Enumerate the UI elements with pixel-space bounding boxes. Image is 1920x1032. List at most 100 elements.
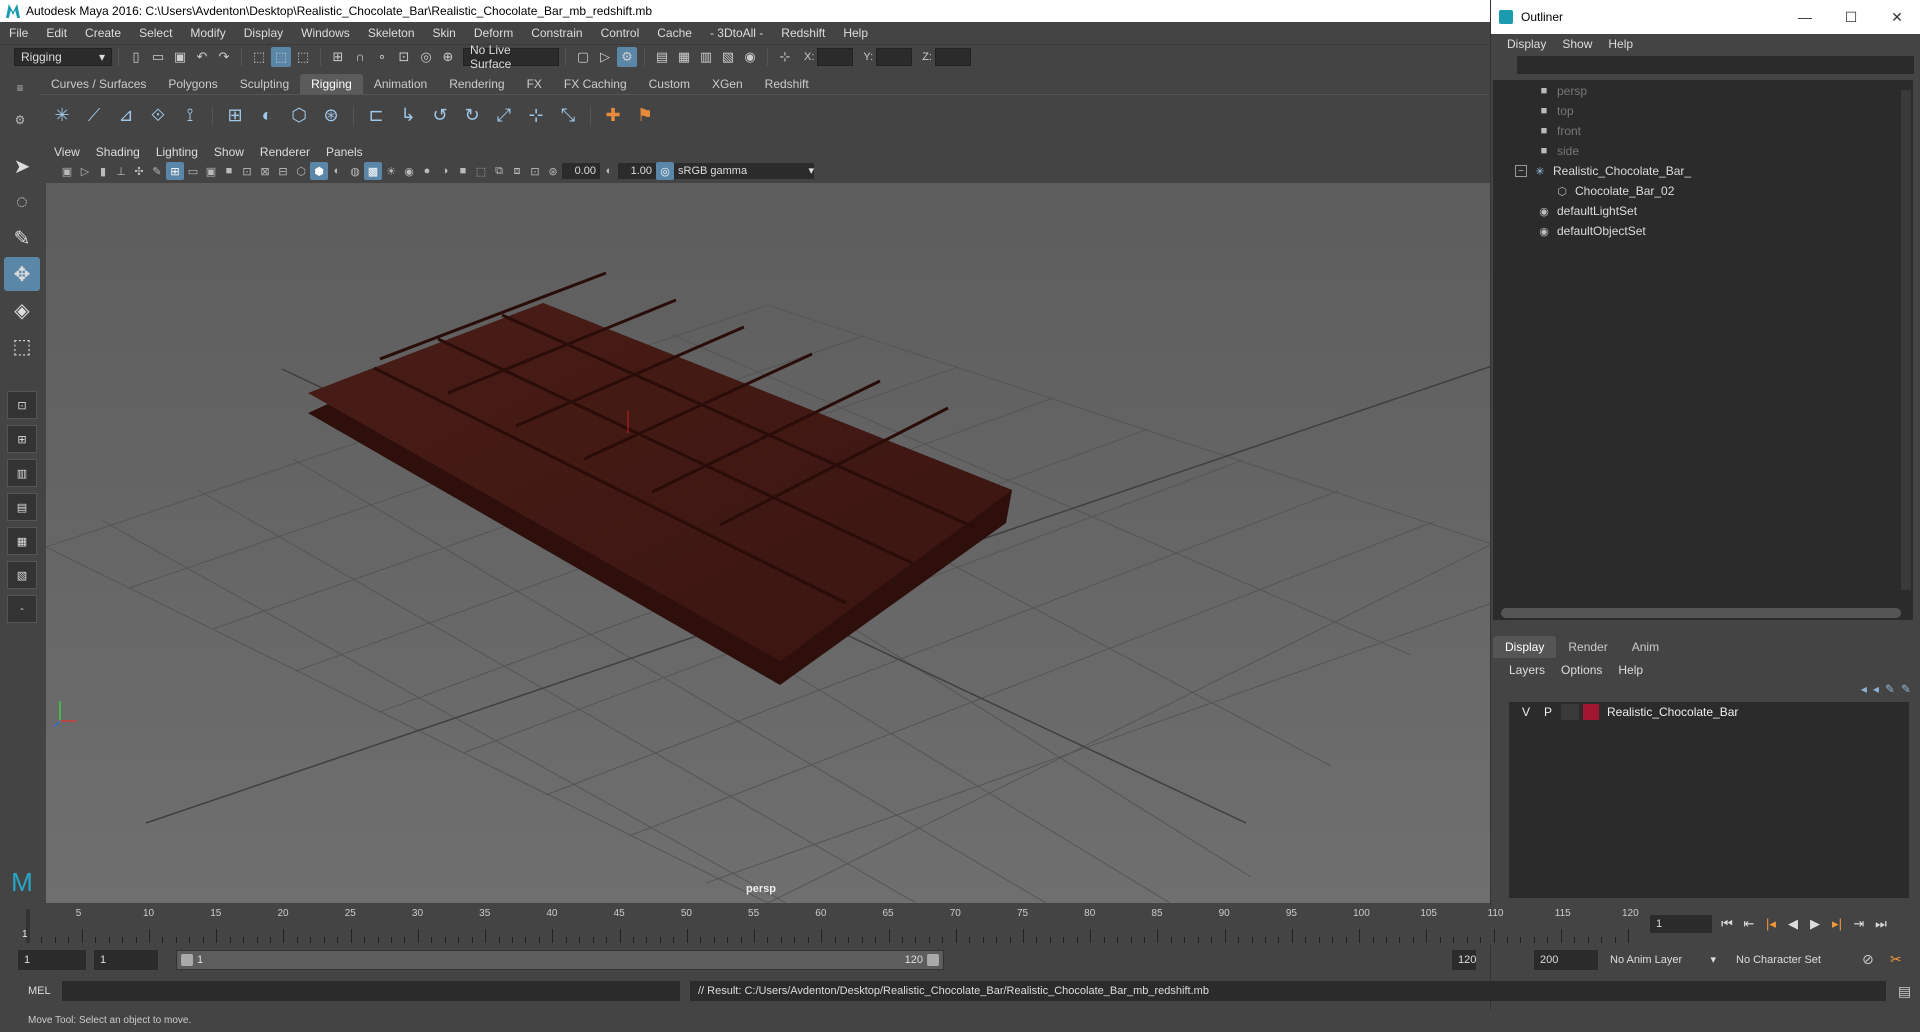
xray-icon[interactable]: ◍ <box>346 162 364 180</box>
panel-menu-panels[interactable]: Panels <box>318 145 371 159</box>
isolate-select-icon[interactable]: ⬚ <box>472 162 490 180</box>
outliner-item-mesh[interactable]: ⬡ Chocolate_Bar_02 <box>1555 182 1674 200</box>
exposure-icon[interactable]: ⊛ <box>544 162 562 180</box>
new-layer-selected-icon[interactable]: ✎ <box>1901 682 1911 700</box>
snap-surface-icon[interactable]: ◎ <box>416 47 436 67</box>
go-to-end-icon[interactable]: ⏭ <box>1874 916 1888 932</box>
gate-mask-icon[interactable]: ■ <box>220 162 238 180</box>
script-language-toggle[interactable]: MEL <box>0 985 62 997</box>
panel-menu-show[interactable]: Show <box>206 145 252 159</box>
snap-magnet-icon[interactable]: ⊕ <box>438 47 458 67</box>
render-view-icon[interactable]: ▤ <box>652 47 672 67</box>
wireframe-on-shaded-icon[interactable]: ◐ <box>328 162 346 180</box>
scale-tool-icon[interactable]: ⬚ <box>4 329 40 363</box>
single-pane-layout-icon[interactable]: ⊡ <box>7 391 37 419</box>
range-start-handle[interactable] <box>181 954 193 966</box>
collapse-icon[interactable]: - <box>7 595 37 623</box>
bookmark-icon[interactable]: ▮ <box>94 162 112 180</box>
point-constraint-icon[interactable]: ↳ <box>393 101 423 131</box>
maximize-icon[interactable]: ☐ <box>1828 0 1874 34</box>
maya-home-icon[interactable]: M <box>4 865 40 899</box>
gamma-field[interactable]: 1.00 <box>618 163 656 179</box>
frame-all-icon[interactable]: ⊡ <box>526 162 544 180</box>
film-gate-icon[interactable]: ▭ <box>184 162 202 180</box>
menu-control[interactable]: Control <box>592 26 649 40</box>
scale-constraint-icon[interactable]: ⤢ <box>489 101 519 131</box>
script-editor-icon[interactable]: ▤ <box>1898 983 1911 1000</box>
safe-title-icon[interactable]: ⊟ <box>274 162 292 180</box>
redo-icon[interactable]: ↷ <box>214 47 234 67</box>
globe-icon[interactable]: ◉ <box>740 47 760 67</box>
move-tool-icon[interactable]: ✥ <box>4 257 40 291</box>
y-field[interactable] <box>876 47 913 66</box>
color-management-icon[interactable]: ◎ <box>656 162 674 180</box>
play-backward-icon[interactable]: ◀ <box>1786 916 1800 932</box>
two-pane-layout-icon[interactable]: ▥ <box>7 459 37 487</box>
motion-blur-icon[interactable]: ◑ <box>436 162 454 180</box>
orient-constraint-icon[interactable]: ↻ <box>457 101 487 131</box>
menu-file[interactable]: File <box>0 26 37 40</box>
render-settings-icon[interactable]: ⚙ <box>617 46 637 67</box>
menu-display[interactable]: Display <box>235 26 292 40</box>
outliner-item-front[interactable]: ■ front <box>1537 122 1581 140</box>
gamma-icon[interactable]: ◐ <box>600 162 618 180</box>
new-layer-icon[interactable]: ✎ <box>1885 682 1895 700</box>
layer-type-toggle[interactable] <box>1561 704 1579 720</box>
range-end-handle[interactable] <box>927 954 939 966</box>
select-tool-icon[interactable]: ➤ <box>4 149 40 183</box>
layer-menu-layers[interactable]: Layers <box>1501 663 1553 677</box>
cluster-icon[interactable]: ◐ <box>252 101 282 131</box>
camera-attributes-icon[interactable]: ▷ <box>76 162 94 180</box>
perspective-viewport[interactable]: persp <box>46 183 1492 903</box>
close-icon[interactable]: ✕ <box>1874 0 1920 34</box>
menu-select[interactable]: Select <box>130 26 181 40</box>
anim-layer-dropdown[interactable]: No Anim Layer ▾ <box>1604 950 1722 970</box>
tab-custom[interactable]: Custom <box>638 74 701 94</box>
step-forward-key-icon[interactable]: ⇥ <box>1852 916 1866 932</box>
pole-vector-icon[interactable]: ⤡ <box>553 101 583 131</box>
render-frame-icon[interactable]: ▢ <box>573 47 593 67</box>
snapshot-icon[interactable]: ▧ <box>718 47 738 67</box>
anim-end-field[interactable]: 120 <box>1452 950 1477 970</box>
lasso-tool-icon[interactable]: ◌ <box>4 185 40 219</box>
outliner-item-lightset[interactable]: ◉ defaultLightSet <box>1537 202 1637 220</box>
tab-animation[interactable]: Animation <box>363 74 438 94</box>
go-to-start-icon[interactable]: ⏮ <box>1720 916 1734 932</box>
menu-deform[interactable]: Deform <box>465 26 522 40</box>
snap-curve-icon[interactable]: ∩ <box>350 47 370 67</box>
render-region-icon[interactable]: ▥ <box>696 47 716 67</box>
field-chart-icon[interactable]: ⊡ <box>238 162 256 180</box>
open-scene-icon[interactable]: ▭ <box>148 47 168 67</box>
two-d-pan-icon[interactable]: ✣ <box>130 162 148 180</box>
resolution-gate-icon[interactable]: ▣ <box>202 162 220 180</box>
ik-handle-icon[interactable]: ⟋ <box>79 101 109 131</box>
live-surface-field[interactable]: No Live Surface <box>463 43 559 71</box>
ambient-occlusion-icon[interactable]: ● <box>418 162 436 180</box>
command-input[interactable] <box>62 981 680 1001</box>
auto-key-icon[interactable]: ⊘ <box>1862 951 1874 968</box>
tab-anim[interactable]: Anim <box>1620 636 1671 658</box>
tab-rendering[interactable]: Rendering <box>438 74 515 94</box>
exposure-field[interactable]: 0.00 <box>562 163 600 179</box>
ik-spline-icon[interactable]: ⊿ <box>111 101 141 131</box>
layer-row[interactable]: V P Realistic_Chocolate_Bar <box>1509 702 1909 722</box>
current-frame-field[interactable]: 1 <box>1650 915 1712 933</box>
move-layer-down-icon[interactable]: ◂ <box>1873 682 1879 700</box>
set-driven-key-icon[interactable]: ⚑ <box>630 101 660 131</box>
panel-menu-lighting[interactable]: Lighting <box>148 145 206 159</box>
outliner-item-persp[interactable]: ■ persp <box>1537 82 1587 100</box>
wrap-icon[interactable]: ⬡ <box>284 101 314 131</box>
tab-xgen[interactable]: XGen <box>701 74 754 94</box>
outliner-menu-help[interactable]: Help <box>1600 37 1641 51</box>
locator-icon[interactable]: ✚ <box>598 101 628 131</box>
layer-visibility-toggle[interactable]: V <box>1515 705 1537 719</box>
layer-menu-help[interactable]: Help <box>1610 663 1651 677</box>
stack-layout-icon[interactable]: ▧ <box>7 561 37 589</box>
step-back-key-icon[interactable]: ⇤ <box>1742 916 1756 932</box>
shelf-settings-icon[interactable]: ⚙ <box>15 113 26 127</box>
bind-skin-icon[interactable]: ⊏ <box>361 101 391 131</box>
snap-view-icon[interactable]: ⊡ <box>394 47 414 67</box>
outliner-horizontal-scrollbar[interactable] <box>1501 608 1901 618</box>
grease-pencil-icon[interactable]: ✎ <box>148 162 166 180</box>
tab-curves-surfaces[interactable]: Curves / Surfaces <box>40 74 157 94</box>
